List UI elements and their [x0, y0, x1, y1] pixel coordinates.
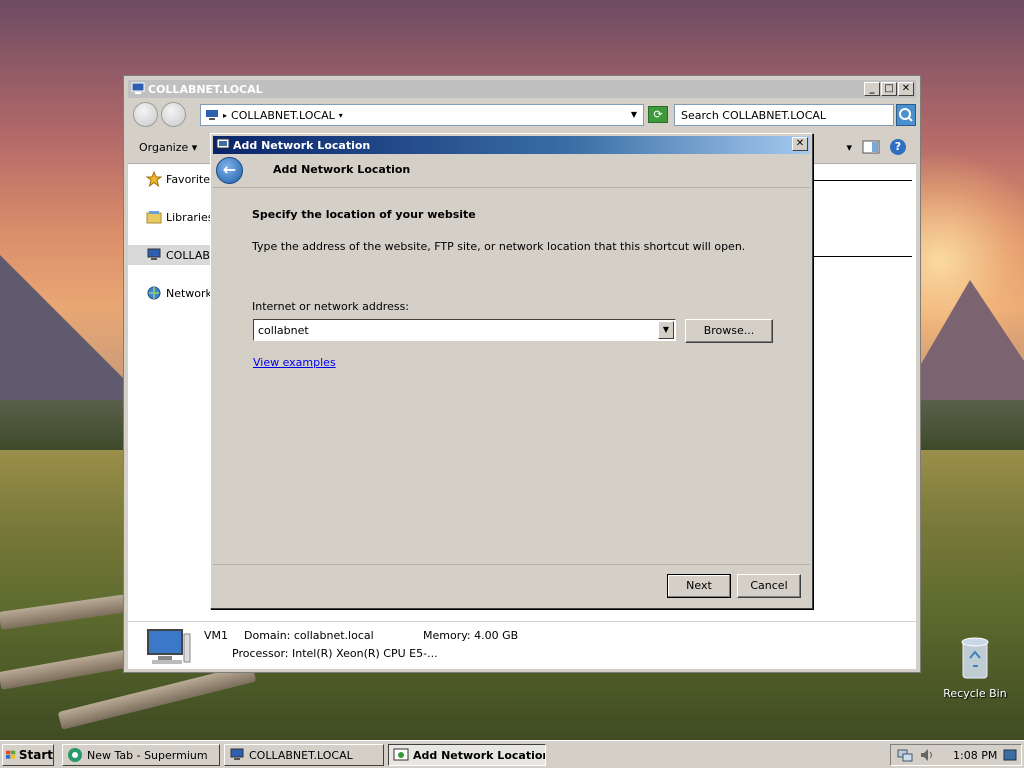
- chevron-down-icon[interactable]: ▼: [658, 321, 674, 339]
- system-tray: 1:08 PM: [890, 744, 1022, 766]
- content-divider: [812, 256, 912, 257]
- close-button[interactable]: ✕: [898, 82, 914, 96]
- network-icon: [147, 286, 161, 300]
- wizard-title: Add Network Location: [273, 163, 411, 176]
- view-examples-link[interactable]: View examples: [253, 356, 336, 369]
- network-tray-icon[interactable]: [897, 747, 913, 763]
- network-location-icon: [216, 138, 230, 149]
- address-text: COLLABNET.LOCAL: [231, 108, 335, 122]
- dialog-close-button[interactable]: ✕: [792, 137, 808, 151]
- chevron-down-icon: ▾: [191, 141, 198, 154]
- wizard-header: ← Add Network Location: [213, 154, 810, 187]
- browse-button[interactable]: Browse...: [685, 319, 773, 343]
- minimize-button[interactable]: _: [864, 82, 880, 96]
- computer-icon: [206, 110, 218, 120]
- show-desktop-icon[interactable]: [1003, 748, 1017, 762]
- dialog-title-bar[interactable]: Add Network Location ✕: [213, 136, 810, 154]
- wizard-heading: Specify the location of your website: [252, 208, 476, 221]
- breadcrumb-separator-icon: ▸: [223, 110, 228, 120]
- toolbar-right: ▾ ?: [846, 139, 906, 155]
- clock[interactable]: 1:08 PM: [953, 749, 997, 762]
- search-placeholder: Search COLLABNET.LOCAL: [681, 108, 827, 122]
- back-arrow-icon[interactable]: ←: [216, 157, 243, 184]
- wizard-body: Specify the location of your website Typ…: [213, 187, 810, 565]
- search-icon[interactable]: [896, 104, 916, 126]
- taskbar-item-add-network-location[interactable]: Add Network Location: [388, 744, 546, 766]
- details-computer-name: VM1: [204, 629, 229, 642]
- explorer-title-bar[interactable]: COLLABNET.LOCAL _ □ ✕: [128, 80, 916, 98]
- details-domain: Domain: collabnet.local: [244, 629, 374, 642]
- recycle-bin-icon: [961, 637, 989, 679]
- nav-label: Favorites: [166, 172, 216, 186]
- network-location-icon: [393, 748, 409, 761]
- star-icon: [146, 171, 162, 187]
- recycle-bin-shortcut[interactable]: Recycle Bin: [940, 636, 1010, 700]
- address-bar[interactable]: ▸ COLLABNET.LOCAL ▾ ▼: [200, 104, 644, 126]
- taskbar-item-browser[interactable]: New Tab - Supermium: [62, 744, 220, 766]
- content-divider: [812, 180, 912, 181]
- taskbar-item-explorer[interactable]: COLLABNET.LOCAL: [224, 744, 384, 766]
- organize-menu[interactable]: Organize ▾: [139, 141, 197, 154]
- address-label: Internet or network address:: [252, 300, 410, 313]
- chevron-down-icon[interactable]: ▾: [339, 111, 343, 120]
- start-label: Start: [18, 748, 53, 762]
- windows-logo-icon: [6, 750, 16, 759]
- browser-icon: [68, 748, 82, 762]
- next-button[interactable]: Next: [667, 574, 731, 598]
- taskbar: Start New Tab - Supermium COLLABNET.LOCA…: [0, 740, 1024, 768]
- add-network-location-dialog: Add Network Location ✕ ← Add Network Loc…: [210, 133, 813, 609]
- libraries-icon: [146, 211, 162, 224]
- refresh-icon[interactable]: ⟳: [648, 106, 668, 123]
- nav-label: Network: [166, 286, 212, 300]
- preview-pane-icon[interactable]: [862, 140, 880, 154]
- organize-label: Organize: [139, 141, 189, 154]
- address-row: ▸ COLLABNET.LOCAL ▾ ▼ ⟳ Search COLLABNET…: [128, 98, 916, 132]
- recycle-bin-label: Recycle Bin: [943, 687, 1007, 700]
- network-address-input[interactable]: collabnet ▼: [253, 319, 676, 341]
- help-icon[interactable]: ?: [890, 139, 906, 155]
- details-pane: VM1 Domain: collabnet.local Memory: 4.00…: [128, 621, 916, 669]
- network-address-value: collabnet: [258, 323, 309, 337]
- search-input[interactable]: Search COLLABNET.LOCAL: [674, 104, 894, 126]
- explorer-title: COLLABNET.LOCAL: [148, 82, 263, 96]
- taskbar-item-label: New Tab - Supermium: [87, 748, 208, 762]
- cancel-button[interactable]: Cancel: [737, 574, 801, 598]
- wizard-description: Type the address of the website, FTP sit…: [252, 240, 746, 253]
- views-dropdown-icon[interactable]: ▾: [846, 141, 852, 154]
- computer-icon: [147, 248, 161, 260]
- computer-icon: [131, 82, 145, 94]
- details-processor: Processor: Intel(R) Xeon(R) CPU E5-...: [232, 647, 438, 660]
- back-button[interactable]: [133, 102, 158, 127]
- dialog-title: Add Network Location: [233, 138, 371, 152]
- maximize-button[interactable]: □: [881, 82, 897, 96]
- address-dropdown-icon[interactable]: ▼: [631, 110, 637, 119]
- start-button[interactable]: Start: [2, 744, 54, 766]
- taskbar-item-label: Add Network Location: [413, 748, 546, 762]
- computer-icon: [147, 629, 191, 664]
- details-memory: Memory: 4.00 GB: [423, 629, 519, 642]
- window-controls: _ □ ✕: [864, 82, 914, 96]
- computer-icon: [230, 748, 244, 760]
- nav-label: Libraries: [166, 210, 214, 224]
- taskbar-item-label: COLLABNET.LOCAL: [249, 748, 353, 762]
- volume-icon[interactable]: [919, 747, 935, 763]
- forward-button[interactable]: [161, 102, 186, 127]
